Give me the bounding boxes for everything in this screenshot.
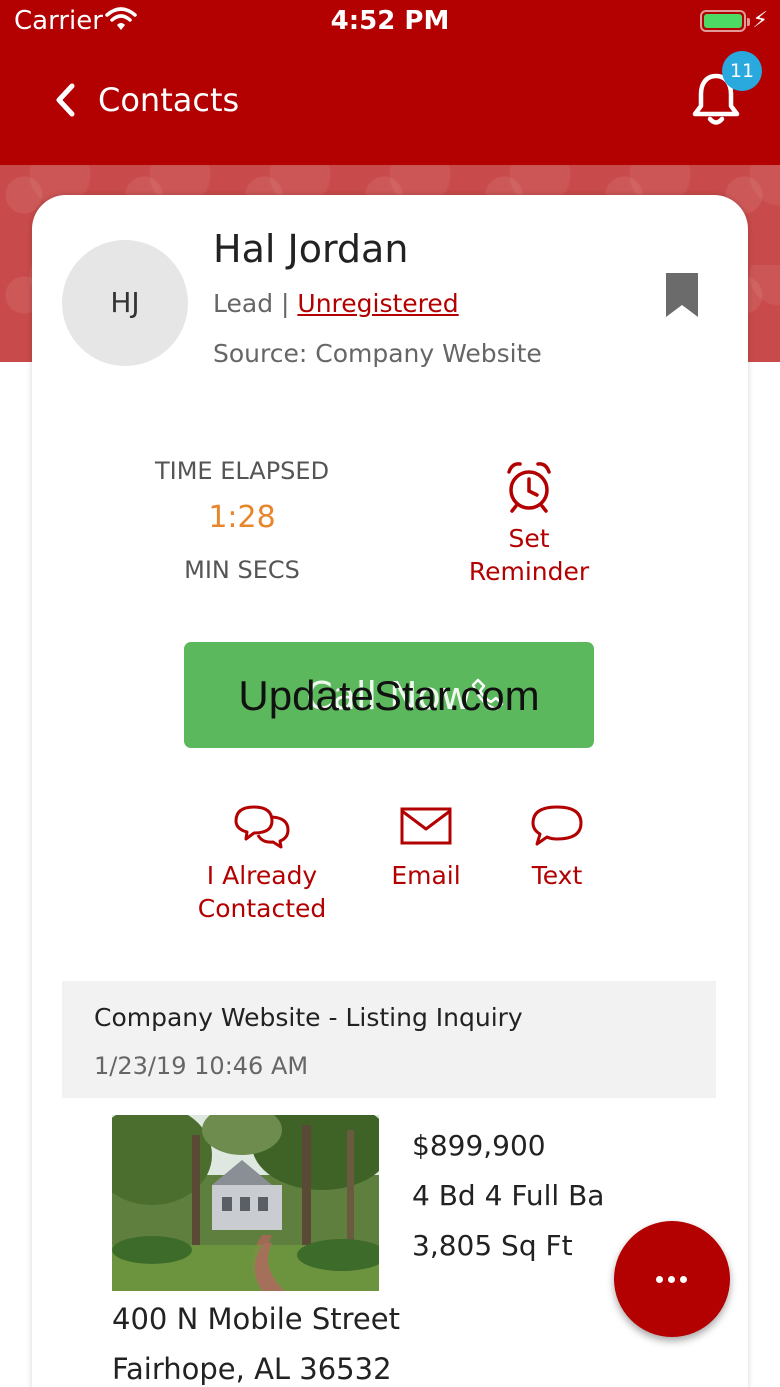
more-dot-2 <box>668 1276 675 1283</box>
alarm-clock-icon <box>507 462 551 513</box>
top-bar: Carrier 4:52 PM ⚡ Contacts 11 <box>0 0 780 165</box>
address-line1: 400 N Mobile Street <box>112 1302 400 1336</box>
contacted-label-line2: Contacted <box>197 894 327 923</box>
status-separator: | <box>281 289 290 318</box>
listing-details: $899,900 4 Bd 4 Full Ba 3,805 Sq Ft <box>412 1121 604 1271</box>
back-chevron-icon <box>56 83 75 117</box>
registration-link[interactable]: Unregistered <box>297 289 458 318</box>
contact-name: Hal Jordan <box>213 227 409 271</box>
chat-bubbles-icon <box>234 805 290 849</box>
listing-address: 400 N Mobile Street Fairhope, AL 36532 <box>112 1294 400 1387</box>
contact-status: Lead | Unregistered <box>213 289 459 318</box>
more-dots-icon <box>656 1276 663 1283</box>
charging-icon: ⚡ <box>752 8 768 33</box>
inquiry-title: Company Website - Listing Inquiry <box>94 1003 523 1032</box>
listing-sqft: 3,805 Sq Ft <box>412 1229 573 1262</box>
bookmark-icon[interactable] <box>664 271 700 319</box>
email-button[interactable]: Email <box>384 803 468 892</box>
contact-source: Source: Company Website <box>213 339 542 368</box>
back-button[interactable]: Contacts <box>50 80 239 120</box>
notification-badge[interactable]: 11 <box>722 51 762 91</box>
contact-card: HJ Hal Jordan Lead | Unregistered Source… <box>32 195 748 1387</box>
listing-photo[interactable] <box>112 1115 379 1291</box>
time-elapsed-label: TIME ELAPSED <box>154 457 330 485</box>
already-contacted-button[interactable]: I Already Contacted <box>182 803 342 925</box>
listing-beds-baths: 4 Bd 4 Full Ba <box>412 1179 605 1212</box>
more-actions-button[interactable] <box>614 1221 730 1337</box>
text-button[interactable]: Text <box>522 803 592 892</box>
back-label: Contacts <box>98 81 240 119</box>
reminder-label-line1: Set <box>508 524 550 553</box>
address-line2: Fairhope, AL 36532 <box>112 1352 392 1386</box>
set-reminder-button[interactable]: Set Reminder <box>432 460 626 588</box>
inquiry-header[interactable]: Company Website - Listing Inquiry 1/23/1… <box>62 981 716 1098</box>
contacted-label-line1: I Already <box>206 861 318 890</box>
email-label: Email <box>391 861 461 890</box>
avatar: HJ <box>62 240 188 366</box>
speech-bubble-icon <box>531 805 583 846</box>
time-elapsed-units: MIN SECS <box>184 556 300 584</box>
reminder-label-line2: Reminder <box>468 557 590 586</box>
text-label: Text <box>531 861 583 890</box>
more-dot-3 <box>680 1276 687 1283</box>
battery-icon <box>700 10 750 32</box>
status-time: 4:52 PM <box>330 6 450 36</box>
time-elapsed-value: 1:28 <box>208 500 276 535</box>
contact-type: Lead <box>213 289 274 318</box>
inquiry-date: 1/23/19 10:46 AM <box>94 1052 309 1080</box>
envelope-icon <box>400 807 452 845</box>
listing-price: $899,900 <box>412 1129 546 1162</box>
status-bar: Carrier 4:52 PM ⚡ <box>0 0 780 44</box>
watermark-text: UpdateStar.com <box>238 672 540 719</box>
